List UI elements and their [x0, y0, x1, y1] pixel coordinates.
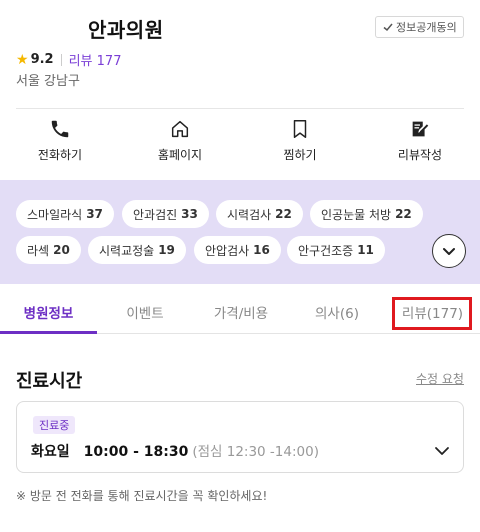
- hours-row: 화요일 10:00 - 18:30 (점심 12:30 -14:00): [31, 440, 319, 461]
- tag-chip[interactable]: 안구건조증 11: [287, 236, 385, 264]
- tag-chip[interactable]: 인공눈물 처방 22: [310, 200, 423, 228]
- rating-score: 9.2: [30, 52, 54, 67]
- tag-count: 22: [275, 207, 292, 221]
- status-badge: 진료중: [33, 416, 76, 434]
- tag-name: 안압검사: [205, 243, 250, 258]
- location: 서울 강남구: [16, 74, 80, 89]
- tag-count: 16: [253, 243, 270, 257]
- clinic-name: 안과의원: [88, 18, 164, 42]
- hours-notice: ※ 방문 전 전화를 통해 진료시간을 꼭 확인하세요!: [16, 489, 268, 503]
- chevron-down-icon[interactable]: [433, 442, 451, 460]
- edit-request-link[interactable]: 수정 요청: [416, 370, 464, 387]
- highlight-box: [392, 297, 472, 330]
- tag-chip[interactable]: 라섹 20: [16, 236, 81, 264]
- homepage-label: 홈페이지: [157, 148, 203, 162]
- tag-count: 33: [181, 207, 198, 221]
- clinic-header: 안과의원 정보공개동의 ★ 9.2 리뷰 177 서울 강남구 전화하기 홈페이…: [0, 0, 480, 170]
- bookmark-button[interactable]: 찜하기: [240, 118, 360, 168]
- chevron-down-icon: [443, 248, 455, 255]
- tag-chip[interactable]: 시력교정술 19: [88, 236, 186, 264]
- tag-chip[interactable]: 시력검사 22: [216, 200, 303, 228]
- tab-hospital-info[interactable]: 병원정보: [0, 290, 97, 334]
- hours-card[interactable]: 진료중 화요일 10:00 - 18:30 (점심 12:30 -14:00): [16, 401, 464, 473]
- home-icon: [171, 120, 189, 138]
- bookmark-label: 찜하기: [283, 148, 317, 162]
- tag-name: 스마일라식: [27, 207, 83, 222]
- tag-count: 19: [158, 243, 175, 257]
- tag-name: 인공눈물 처방: [321, 207, 392, 222]
- tab-doctors[interactable]: 의사(6): [289, 290, 385, 334]
- tag-chip[interactable]: 스마일라식 37: [16, 200, 114, 228]
- treatment-tags-panel: [0, 180, 480, 284]
- homepage-button[interactable]: 홈페이지: [120, 118, 240, 168]
- check-icon: [383, 23, 393, 32]
- hours-time: 10:00 - 18:30: [83, 444, 189, 460]
- tab-prices[interactable]: 가격/비용: [193, 290, 289, 334]
- day-label: 화요일: [31, 444, 70, 460]
- consent-label: 정보공개동의: [396, 21, 457, 34]
- tab-events[interactable]: 이벤트: [97, 290, 193, 334]
- tag-count: 37: [86, 207, 103, 221]
- bookmark-icon: [293, 120, 307, 138]
- section-title: 진료시간: [16, 371, 83, 392]
- tag-name: 안과검진: [133, 207, 178, 222]
- divider: [60, 53, 62, 66]
- tag-name: 안구건조증: [298, 243, 354, 258]
- call-button[interactable]: 전화하기: [0, 118, 120, 168]
- tag-count: 22: [395, 207, 412, 221]
- expand-tags-button[interactable]: [432, 234, 466, 268]
- tag-name: 시력교정술: [99, 243, 155, 258]
- tag-name: 라섹: [27, 243, 50, 258]
- divider: [16, 108, 464, 109]
- rating-row: ★ 9.2 리뷰 177: [16, 50, 122, 70]
- consent-badge: 정보공개동의: [375, 16, 464, 38]
- tag-chip[interactable]: 안과검진 33: [122, 200, 209, 228]
- tag-chip[interactable]: 안압검사 16: [194, 236, 281, 264]
- tag-name: 시력검사: [227, 207, 272, 222]
- phone-icon: [51, 120, 69, 138]
- tag-count: 11: [357, 243, 374, 257]
- action-bar: 전화하기 홈페이지 찜하기 리뷰작성: [0, 118, 480, 168]
- tag-count: 20: [53, 243, 70, 257]
- write-review-label: 리뷰작성: [397, 148, 443, 162]
- star-icon: ★: [16, 51, 29, 68]
- write-review-button[interactable]: 리뷰작성: [360, 118, 480, 168]
- call-label: 전화하기: [37, 148, 83, 162]
- review-count-link[interactable]: 리뷰 177: [69, 50, 122, 69]
- lunch-time: (점심 12:30 -14:00): [192, 444, 319, 460]
- edit-icon: [412, 121, 429, 137]
- active-tab-indicator: [0, 331, 97, 334]
